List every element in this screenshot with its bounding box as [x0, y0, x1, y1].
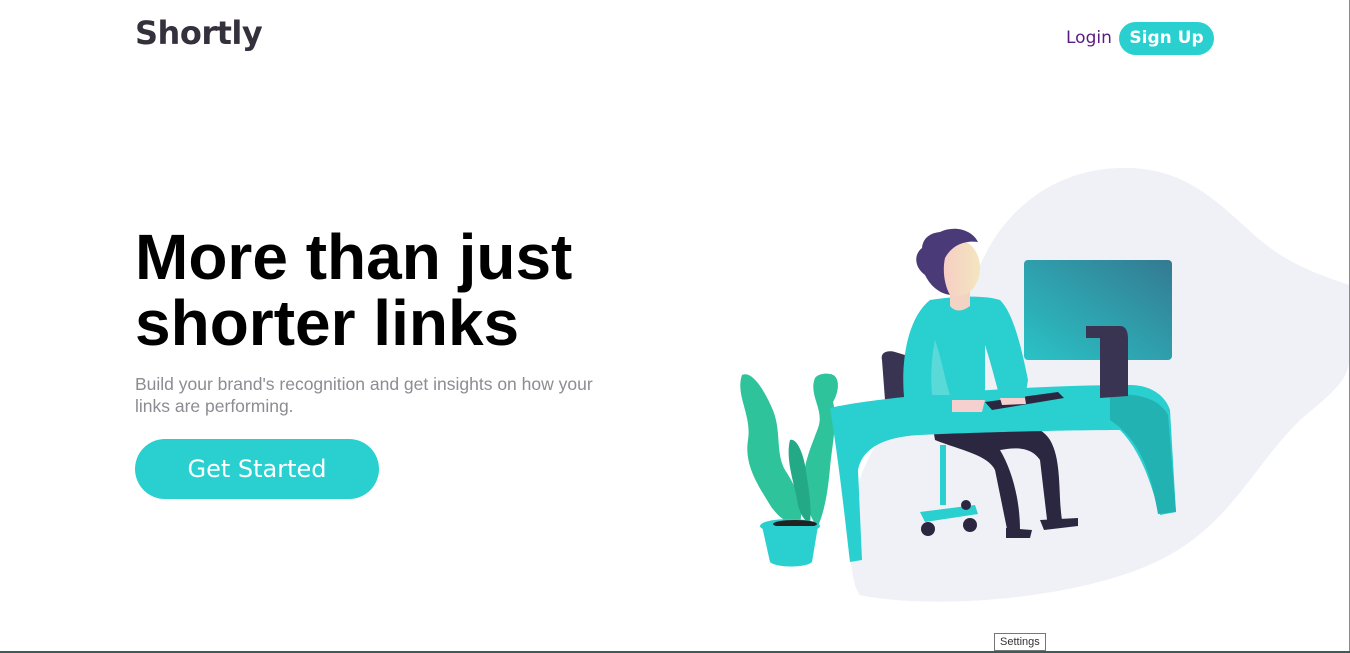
chair-back	[881, 351, 905, 400]
signup-button[interactable]: Sign Up	[1119, 22, 1214, 55]
settings-tooltip: Settings	[994, 633, 1046, 651]
chair-stem	[940, 445, 946, 505]
hero-subtitle: Build your brand's recognition and get i…	[135, 374, 593, 416]
plant-pot	[762, 526, 818, 567]
brand-logo[interactable]: Shortly	[135, 14, 263, 52]
get-started-button[interactable]: Get Started	[135, 439, 379, 499]
hero-title-line-1: More than just	[135, 221, 573, 293]
landing-page: Shortly Login Sign Up More than just sho…	[0, 0, 1350, 653]
person-torso	[903, 296, 1028, 414]
login-link[interactable]: Login	[1066, 28, 1112, 48]
hero-title: More than just shorter links	[135, 224, 655, 356]
hero-title-line-2: shorter links	[135, 287, 520, 359]
monitor-screen	[1024, 260, 1172, 360]
working-illustration	[740, 167, 1349, 602]
